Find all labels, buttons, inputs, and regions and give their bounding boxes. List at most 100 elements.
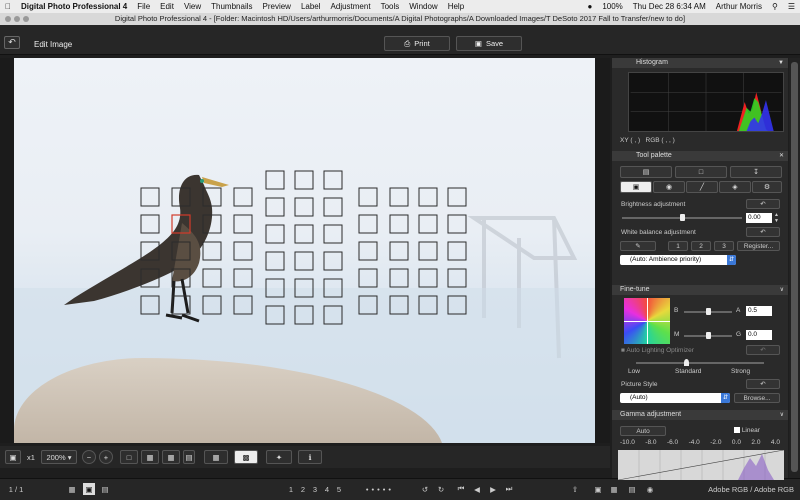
zoom-out-button[interactable]: − bbox=[82, 450, 96, 464]
palette-view-3-icon[interactable]: ▤ bbox=[626, 483, 638, 495]
layout-select[interactable]: ▦ bbox=[204, 450, 228, 464]
subtab-brightness[interactable]: ▣ bbox=[620, 181, 652, 193]
menu-list-icon[interactable]: ☰ bbox=[783, 2, 800, 11]
menu-preview[interactable]: Preview bbox=[258, 2, 296, 11]
finetune-header[interactable]: Fine-tune ∨ bbox=[612, 285, 788, 295]
collapse-chevrons-icon[interactable]: ∨ bbox=[780, 410, 784, 420]
m-g-slider-knob[interactable] bbox=[706, 332, 711, 339]
picture-style-reset-button[interactable]: ↶ bbox=[746, 379, 780, 389]
rating-2[interactable]: 2 bbox=[298, 483, 308, 495]
panel-scrollbar[interactable] bbox=[789, 58, 800, 478]
menu-window[interactable]: Window bbox=[404, 2, 442, 11]
collapse-chevrons-icon[interactable]: ∨ bbox=[780, 285, 784, 295]
menu-file[interactable]: File bbox=[132, 2, 155, 11]
menu-adjustment[interactable]: Adjustment bbox=[326, 2, 376, 11]
menu-help[interactable]: Help bbox=[443, 2, 469, 11]
window-zoom-button[interactable] bbox=[23, 16, 29, 22]
tab-output[interactable]: ↧ bbox=[730, 166, 782, 178]
wb-preset-1-button[interactable]: 1 bbox=[668, 241, 688, 251]
tab-basic-adjust[interactable]: ▤ bbox=[620, 166, 672, 178]
brightness-slider-knob[interactable] bbox=[680, 214, 685, 221]
gamma-header[interactable]: Gamma adjustment ∨ bbox=[612, 410, 788, 420]
brightness-value-field[interactable]: 0.00 bbox=[746, 213, 772, 223]
compare-view-button[interactable]: ▩ bbox=[234, 450, 258, 464]
alo-level-slider[interactable] bbox=[636, 362, 764, 364]
wifi-icon[interactable]: ● bbox=[582, 2, 597, 11]
next-image-icon[interactable]: ▶ bbox=[486, 483, 500, 495]
camera-icon[interactable]: ◉ bbox=[644, 483, 656, 495]
rating-1[interactable]: 1 bbox=[286, 483, 296, 495]
brightness-stepper[interactable]: ▲ ▼ bbox=[774, 212, 779, 224]
scrollbar-thumb[interactable] bbox=[791, 62, 798, 472]
filmstrip-view-icon[interactable]: ▤ bbox=[99, 483, 111, 495]
menu-view[interactable]: View bbox=[179, 2, 206, 11]
collapse-arrow-icon[interactable]: ▼ bbox=[778, 58, 784, 68]
white-balance-select[interactable]: (Auto: Ambience priority) ⇵ bbox=[620, 255, 736, 265]
thumbnail-view-icon[interactable]: ▦ bbox=[66, 483, 78, 495]
wb-register-button[interactable]: Register... bbox=[737, 241, 780, 251]
subtab-color[interactable]: ◉ bbox=[653, 181, 685, 193]
back-button[interactable]: ↶ bbox=[4, 36, 20, 49]
rating-3[interactable]: 3 bbox=[310, 483, 320, 495]
subtab-tone-curve[interactable]: ╱ bbox=[686, 181, 718, 193]
linear-checkbox[interactable]: Linear bbox=[734, 427, 760, 434]
grid-overlay-button[interactable]: ▦ bbox=[162, 450, 180, 464]
a-value-field[interactable]: 0.5 bbox=[746, 306, 772, 316]
info-button[interactable]: ℹ bbox=[298, 450, 322, 464]
rating-4[interactable]: 4 bbox=[322, 483, 332, 495]
app-menu[interactable]: Digital Photo Professional 4 bbox=[16, 2, 132, 11]
image-preview[interactable] bbox=[14, 58, 595, 443]
white-balance-reset-button[interactable]: ↶ bbox=[746, 227, 780, 237]
auto-adjust-button[interactable]: ✦ bbox=[266, 450, 292, 464]
share-icon[interactable]: ⇧ bbox=[568, 483, 582, 495]
star-rating[interactable]: ••••• bbox=[350, 483, 410, 495]
last-image-icon[interactable]: ⏭ bbox=[502, 483, 516, 495]
wb-preset-2-button[interactable]: 2 bbox=[691, 241, 711, 251]
first-image-icon[interactable]: ⏮ bbox=[454, 483, 468, 495]
window-minimize-button[interactable] bbox=[14, 16, 20, 22]
af-point-button[interactable]: ▦ bbox=[141, 450, 159, 464]
prev-image-icon[interactable]: ◀ bbox=[470, 483, 484, 495]
rotate-right-icon[interactable]: ↻ bbox=[434, 483, 448, 495]
subtab-settings[interactable]: ⚙ bbox=[752, 181, 782, 193]
menu-tools[interactable]: Tools bbox=[376, 2, 405, 11]
rating-5[interactable]: 5 bbox=[334, 483, 344, 495]
zoom-in-button[interactable]: + bbox=[99, 450, 113, 464]
print-button[interactable]: ⎙ Print bbox=[384, 36, 450, 51]
tool-palette-close-icon[interactable]: ✕ bbox=[779, 151, 784, 161]
alo-checkbox[interactable]: ■ Auto Lighting Optimizer bbox=[621, 347, 694, 354]
menu-edit[interactable]: Edit bbox=[155, 2, 179, 11]
wb-preset-3-button[interactable]: 3 bbox=[714, 241, 734, 251]
tab-trim[interactable]: □ bbox=[675, 166, 727, 178]
histogram-header[interactable]: Histogram ▼ bbox=[612, 58, 788, 68]
highlight-warning-button[interactable]: ▤ bbox=[183, 450, 195, 464]
browse-button[interactable]: Browse... bbox=[734, 393, 780, 403]
user-name[interactable]: Arthur Morris bbox=[711, 2, 767, 11]
brightness-reset-button[interactable]: ↶ bbox=[746, 199, 780, 209]
eyedropper-button[interactable]: ✎ bbox=[620, 241, 656, 251]
alo-level-knob[interactable] bbox=[684, 359, 689, 366]
menu-label[interactable]: Label bbox=[296, 2, 326, 11]
crop-tool-button[interactable]: □ bbox=[120, 450, 138, 464]
tool-palette-header[interactable]: Tool palette ✕ bbox=[612, 151, 788, 161]
menu-thumbnails[interactable]: Thumbnails bbox=[206, 2, 257, 11]
gamma-auto-button[interactable]: Auto bbox=[620, 426, 666, 436]
gamma-histogram[interactable] bbox=[618, 450, 784, 480]
zoom-level-select[interactable]: 200% ▾ bbox=[41, 450, 77, 464]
save-button[interactable]: ▣ Save bbox=[456, 36, 522, 51]
zoom-1x-button[interactable]: x1 bbox=[23, 450, 39, 464]
palette-view-2-icon[interactable]: ▦ bbox=[608, 483, 620, 495]
palette-view-1-icon[interactable]: ▣ bbox=[592, 483, 604, 495]
rotate-left-icon[interactable]: ↺ bbox=[418, 483, 432, 495]
b-a-slider-knob[interactable] bbox=[706, 308, 711, 315]
subtab-hsl[interactable]: ◈ bbox=[719, 181, 751, 193]
g-value-field[interactable]: 0.0 bbox=[746, 330, 772, 340]
alo-reset-button[interactable]: ↶ bbox=[746, 345, 780, 355]
single-view-icon[interactable]: ▣ bbox=[83, 483, 95, 495]
fit-to-window-button[interactable]: ▣ bbox=[5, 450, 21, 464]
window-close-button[interactable] bbox=[5, 16, 11, 22]
picture-style-select[interactable]: (Auto) ⇵ bbox=[620, 393, 730, 403]
clock[interactable]: Thu Dec 28 6:34 AM bbox=[628, 2, 711, 11]
search-icon[interactable]: ⚲ bbox=[767, 2, 783, 11]
apple-icon[interactable]:  bbox=[0, 2, 16, 11]
